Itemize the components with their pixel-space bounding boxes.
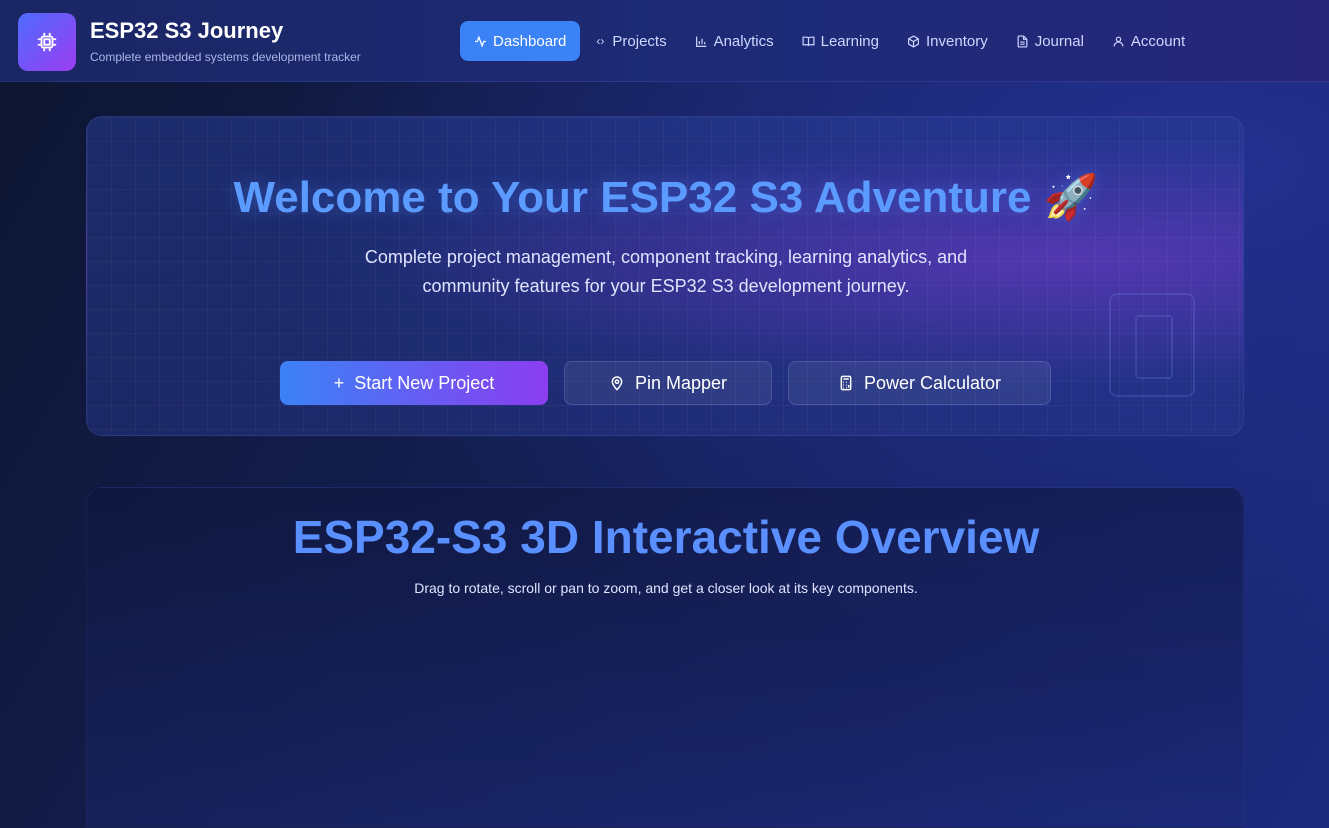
pin-mapper-button[interactable]: Pin Mapper: [564, 361, 772, 405]
nav-inventory-label: Inventory: [926, 32, 988, 50]
calculator-icon: [840, 375, 852, 391]
nav-account-label: Account: [1130, 32, 1186, 50]
hero-panel: Welcome to Your ESP32 S3 Adventure 🚀 Com…: [86, 116, 1244, 436]
hero-title: Welcome to Your ESP32 S3 Adventure 🚀: [87, 171, 1243, 223]
nav-learning-label: Learning: [820, 32, 879, 50]
overview-description: Drag to rotate, scroll or pan to zoom, a…: [414, 580, 918, 596]
chip-decoration: [1109, 293, 1195, 397]
nav-analytics[interactable]: Analytics: [681, 21, 788, 61]
start-new-project-label: Start New Project: [354, 372, 495, 393]
package-icon: [908, 34, 919, 48]
main-nav: Dashboard ‹› Projects Analytics Learning…: [460, 21, 1199, 61]
user-icon: [1113, 36, 1124, 46]
nav-dashboard[interactable]: Dashboard: [460, 21, 581, 61]
overview-title: ESP32-S3 3D Interactive Overview: [292, 511, 1040, 563]
file-text-icon: [1017, 34, 1028, 48]
pin-mapper-label: Pin Mapper: [634, 372, 728, 393]
nav-dashboard-label: Dashboard: [493, 32, 567, 50]
power-calculator-button[interactable]: Power Calculator: [788, 361, 1051, 405]
chip-icon: [37, 32, 57, 52]
nav-journal-label: Journal: [1034, 32, 1084, 50]
nav-projects-label: Projects: [612, 32, 667, 50]
nav-account[interactable]: Account: [1098, 21, 1199, 61]
map-pin-icon: [611, 376, 623, 391]
hero-description: Complete project management, component t…: [364, 247, 968, 296]
activity-icon: [475, 34, 486, 48]
nav-journal[interactable]: Journal: [1002, 21, 1098, 61]
power-calculator-label: Power Calculator: [863, 372, 1002, 393]
nav-inventory[interactable]: Inventory: [893, 21, 1002, 61]
app-logo[interactable]: [18, 13, 76, 71]
hero-title-text: Welcome to Your ESP32 S3 Adventure: [233, 173, 1032, 222]
brand-subtitle: Complete embedded systems development tr…: [90, 50, 361, 64]
brand-title: ESP32 S3 Journey: [90, 18, 284, 43]
top-navbar: ESP32 S3 Journey Complete embedded syste…: [0, 0, 1329, 82]
code-icon: ‹›: [596, 34, 605, 48]
book-icon: [802, 36, 815, 46]
3d-overview-panel[interactable]: ESP32-S3 3D Interactive Overview Drag to…: [86, 487, 1244, 828]
rocket-icon: 🚀: [1043, 173, 1099, 222]
nav-learning[interactable]: Learning: [788, 21, 893, 61]
nav-analytics-label: Analytics: [713, 32, 774, 50]
start-new-project-button[interactable]: + Start New Project: [280, 361, 548, 405]
nav-projects[interactable]: ‹› Projects: [580, 21, 680, 61]
bar-chart-icon: [695, 36, 706, 47]
chip-decoration-core: [1135, 315, 1173, 379]
plus-icon: +: [333, 372, 345, 393]
